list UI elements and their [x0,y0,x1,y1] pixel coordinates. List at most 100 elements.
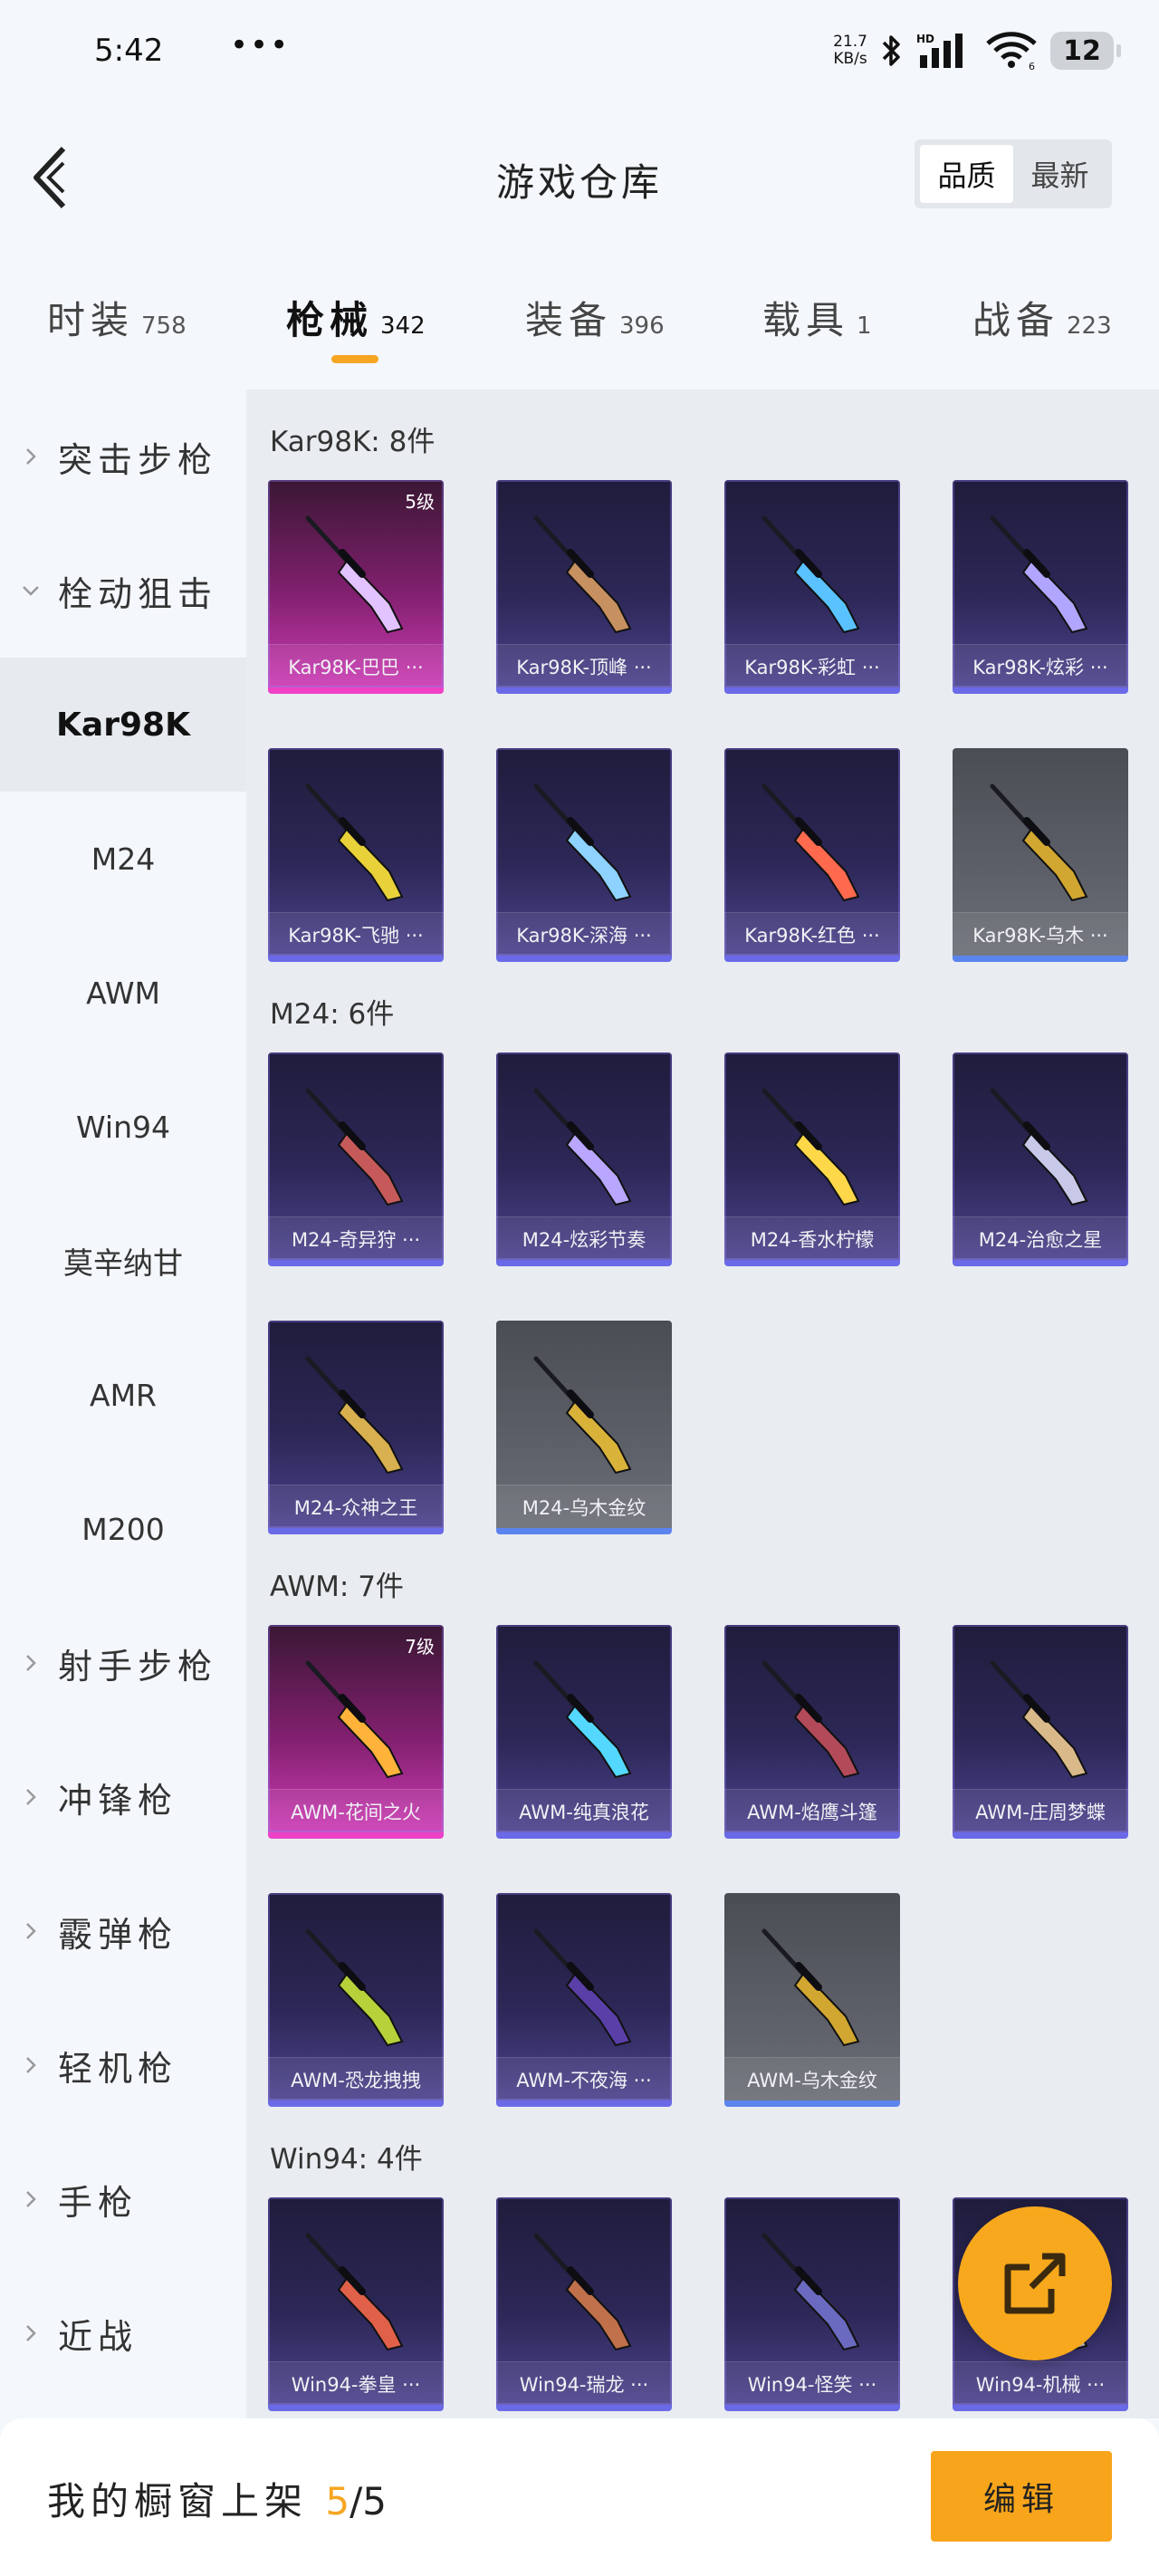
rifle-icon [761,2233,860,2351]
weapon-skin-card[interactable]: Kar98K-深海 ··· [496,748,672,962]
signal-hd-icon: HD [916,33,963,68]
card-skin-name: Kar98K-深海 ··· [496,912,672,956]
weapon-skin-card[interactable]: Kar98K-飞驰 ··· [268,748,444,962]
sidebar-item-melee[interactable]: 近战 [0,2266,246,2400]
sidebar-subitem-m200[interactable]: M200 [0,1462,246,1596]
rifle-icon [305,1088,404,1206]
weapon-skin-card[interactable]: Kar98K-炫彩 ··· [953,480,1128,694]
sidebar-item-smg[interactable]: 冲锋枪 [0,1730,246,1864]
tab-label: 时装 [47,298,135,342]
showcase-label: 我的橱窗上架 5/5 [47,2471,387,2526]
rifle-icon [533,783,632,902]
weapon-skin-card[interactable]: Win94-拳皇 ··· [268,2197,444,2411]
edit-button[interactable]: 编辑 [931,2451,1112,2542]
tab-label: 枪械 [286,298,374,342]
rifle-icon [305,783,404,902]
tab-vehicles[interactable]: 载具 1 [762,290,872,345]
sidebar-subitem-m24[interactable]: M24 [0,792,246,926]
weapon-skin-card[interactable]: M24-治愈之星 [953,1053,1128,1266]
tab-count: 1 [857,312,872,340]
svg-text:HD: HD [916,33,934,45]
sidebar-subitem-amr[interactable]: AMR [0,1328,246,1462]
weapon-skin-card[interactable]: M24-炫彩节奏 [496,1053,672,1266]
sidebar-item-label: 轻机枪 [58,2048,178,2089]
status-bar: 5:42 ••• 21.7 KB/s HD 6 12 [0,0,1159,100]
active-tab-indicator [331,355,378,363]
sort-toggle: 品质 最新 [915,139,1112,208]
weapon-skin-card[interactable]: AWM-庄周梦蝶 [953,1625,1128,1839]
rifle-icon [533,1660,632,1779]
sidebar-subitem-kar98k[interactable]: Kar98K [0,658,246,792]
card-skin-name: AWM-焰鹰斗篷 [724,1789,900,1832]
section-title-awm: AWM: 7件 [270,1571,404,1603]
weapon-skin-card[interactable]: M24-香水柠檬 [724,1053,900,1266]
rifle-icon [761,1928,860,2047]
weapon-skin-card[interactable]: 7级 AWM-花间之火 [268,1625,444,1839]
tab-fashion[interactable]: 时装 758 [47,290,187,345]
sidebar-item-pistol[interactable]: 手枪 [0,2132,246,2266]
tab-count: 396 [619,312,665,340]
sort-newest-option[interactable]: 最新 [1013,145,1106,203]
weapon-skin-card[interactable]: Kar98K-彩虹 ··· [724,480,900,694]
weapon-skin-card[interactable]: AWM-不夜海 ··· [496,1893,672,2107]
sidebar-item-label: 突击步枪 [58,439,218,480]
showcase-label-text: 我的橱窗上架 [47,2479,309,2523]
sidebar-item-label: 近战 [58,2316,139,2357]
tab-label: 载具 [762,298,850,342]
sidebar-subitem-win94[interactable]: Win94 [0,1060,246,1194]
card-skin-name: M24-乌木金纹 [496,1485,672,1528]
card-skin-name: AWM-恐龙拽拽 [268,2057,444,2100]
sidebar-subitem-awm[interactable]: AWM [0,926,246,1060]
showcase-count: 5/5 [325,2479,387,2523]
chevron-right-icon [26,1789,36,1805]
section-title-m24: M24: 6件 [270,998,395,1031]
wifi-icon: 6 [986,32,1037,71]
sidebar-item-assault-rifle[interactable]: 突击步枪 [0,389,246,524]
card-level-badge: 7级 [405,1636,435,1658]
sort-quality-option[interactable]: 品质 [920,145,1013,203]
chevron-right-icon [26,448,36,465]
tab-label: 战备 [972,298,1060,342]
weapon-skin-card[interactable]: M24-众神之王 [268,1321,444,1534]
weapon-skin-card[interactable]: AWM-乌木金纹 [724,1893,900,2107]
rifle-icon [990,1088,1088,1206]
share-external-icon [1004,2253,1066,2314]
rifle-icon [305,515,404,634]
weapon-skin-card[interactable]: 5级 Kar98K-巴巴 ··· [268,480,444,694]
rifle-icon [990,1660,1088,1779]
sidebar-item-shotgun[interactable]: 霰弹枪 [0,1864,246,1998]
rifle-icon [305,1356,404,1475]
chevron-right-icon [26,2325,36,2341]
weapon-skin-card[interactable]: M24-奇异狩 ··· [268,1053,444,1266]
tab-battle-supplies[interactable]: 战备 223 [972,290,1112,345]
weapon-skin-card[interactable]: Kar98K-红色 ··· [724,748,900,962]
card-skin-name: Kar98K-巴巴 ··· [268,644,444,687]
chevron-right-icon [26,2191,36,2207]
weapon-skin-card[interactable]: AWM-焰鹰斗篷 [724,1625,900,1839]
sidebar-subitem-mosin[interactable]: 莫辛纳甘 [0,1194,246,1328]
sidebar-item-marksman-rifle[interactable]: 射手步枪 [0,1596,246,1730]
card-skin-name: M24-炫彩节奏 [496,1216,672,1260]
tab-equipment[interactable]: 装备 396 [525,290,665,345]
sidebar-item-bolt-sniper[interactable]: 栓动狙击 [0,524,246,658]
weapon-skin-card[interactable]: M24-乌木金纹 [496,1321,672,1534]
category-tabs: 时装 758 枪械 342 装备 396 载具 1 战备 223 [0,272,1159,389]
item-grid: Kar98K: 8件 M24: 6件 AWM: 7件 Win94: 4件 5级 K… [246,389,1159,2418]
card-skin-name: AWM-花间之火 [268,1789,444,1832]
card-skin-name: AWM-乌木金纹 [724,2057,900,2100]
battery-indicator: 12 [1050,32,1121,70]
weapon-skin-card[interactable]: AWM-纯真浪花 [496,1625,672,1839]
weapon-skin-card[interactable]: Win94-瑞龙 ··· [496,2197,672,2411]
status-right-icons: 21.7 KB/s HD 6 12 [833,31,1121,71]
sidebar-item-lmg[interactable]: 轻机枪 [0,1998,246,2132]
weapon-skin-card[interactable]: Kar98K-乌木 ··· [953,748,1128,962]
tab-count: 342 [380,312,426,340]
rifle-icon [305,1928,404,2047]
tab-count: 758 [141,312,187,340]
weapon-skin-card[interactable]: Win94-怪笑 ··· [724,2197,900,2411]
weapon-skin-card[interactable]: Kar98K-顶峰 ··· [496,480,672,694]
tab-firearms[interactable]: 枪械 342 [286,290,426,345]
status-more-dots: ••• [230,27,291,63]
weapon-skin-card[interactable]: AWM-恐龙拽拽 [268,1893,444,2107]
share-fab-button[interactable] [958,2206,1112,2360]
